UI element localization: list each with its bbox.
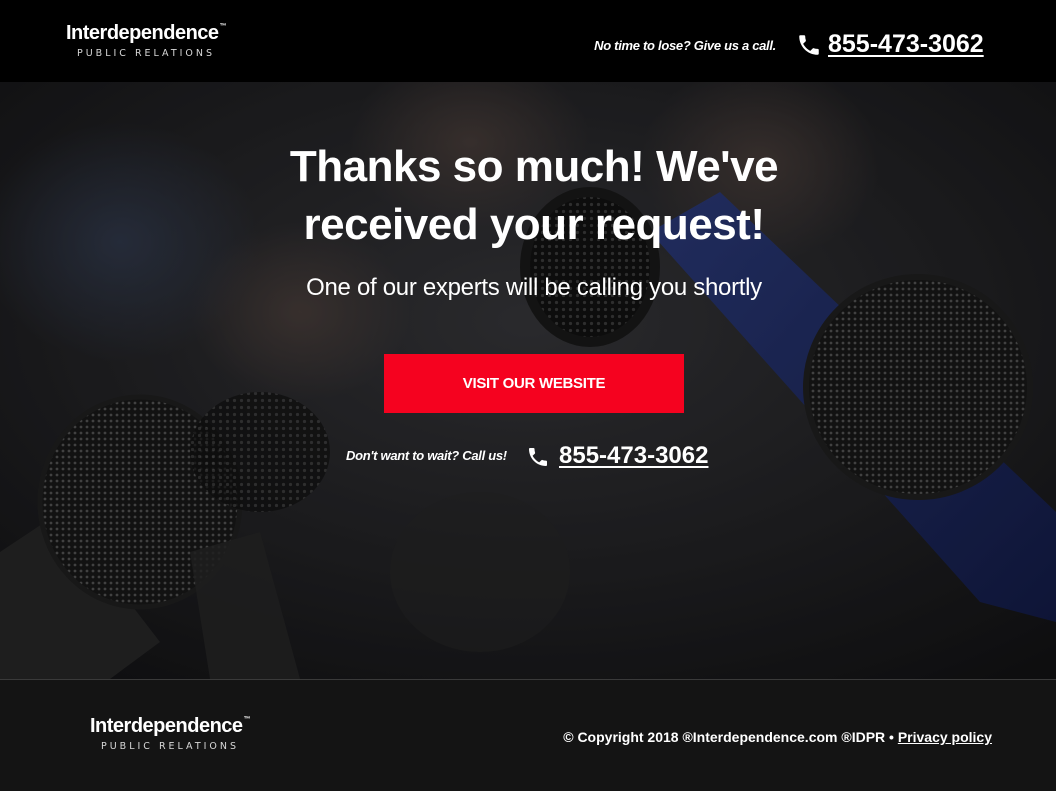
visit-website-button[interactable]: VISIT OUR WEBSITE — [384, 354, 684, 413]
page-footer: Interdependence™ PUBLIC RELATIONS © Copy… — [0, 679, 1056, 791]
confirmation-subhead: One of our experts will be calling you s… — [306, 274, 762, 301]
footer-brand-logo[interactable]: Interdependence™ PUBLIC RELATIONS — [90, 715, 251, 752]
brand-tagline: PUBLIC RELATIONS — [101, 741, 240, 752]
brand-name: Interdependence — [66, 22, 219, 44]
trademark-symbol: ™ — [219, 23, 227, 30]
privacy-policy-link[interactable]: Privacy policy — [898, 729, 992, 745]
confirmation-headline: Thanks so much! We've received your requ… — [289, 142, 779, 249]
trademark-symbol: ™ — [243, 716, 251, 723]
hero-content: Thanks so much! We've received your requ… — [0, 82, 1056, 679]
phone-icon — [799, 35, 819, 55]
brand-logo[interactable]: Interdependence™ PUBLIC RELATIONS — [66, 22, 227, 59]
copyright-notice: © Copyright 2018 ®Interdependence.com ®I… — [563, 729, 992, 745]
header-call-prompt: No time to lose? Give us a call. — [594, 38, 776, 53]
brand-name: Interdependence — [90, 715, 243, 737]
copyright-text: © Copyright 2018 ®Interdependence.com ®I… — [563, 729, 894, 745]
header-phone-link[interactable]: 855-473-3062 — [828, 30, 984, 59]
call-us-row: Don't want to wait? Call us! 855-473-306… — [346, 440, 746, 470]
brand-wordmark: Interdependence™ — [90, 715, 251, 737]
call-us-prompt: Don't want to wait? Call us! — [346, 448, 507, 463]
top-header: Interdependence™ PUBLIC RELATIONS No tim… — [0, 0, 1056, 82]
phone-icon — [529, 448, 547, 466]
hero-section: Thanks so much! We've received your requ… — [0, 82, 1056, 679]
brand-tagline: PUBLIC RELATIONS — [77, 48, 216, 59]
brand-wordmark: Interdependence™ — [66, 22, 227, 44]
hero-phone-link[interactable]: 855-473-3062 — [559, 442, 708, 470]
